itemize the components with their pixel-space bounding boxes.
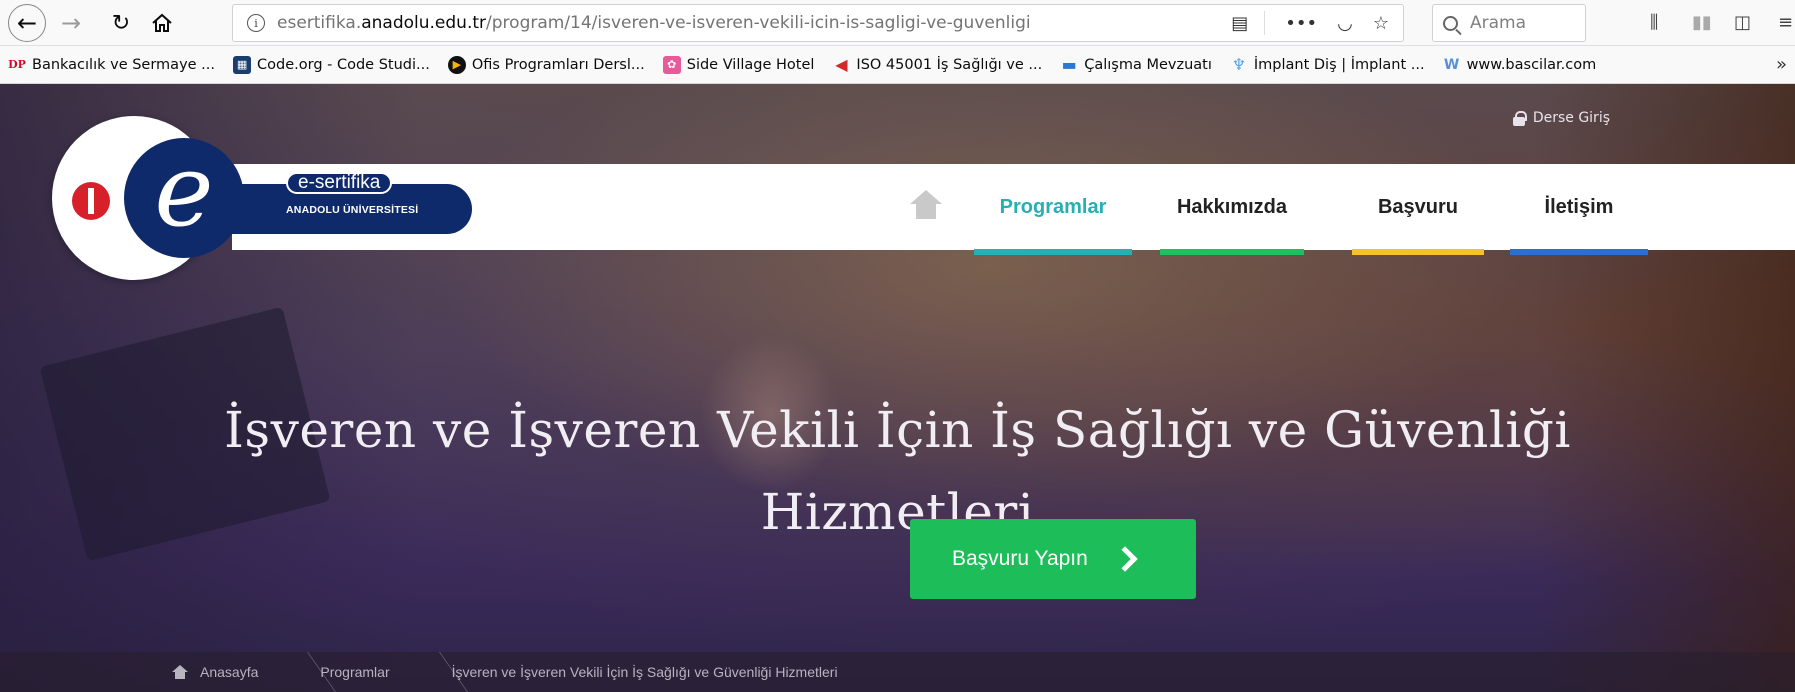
breadcrumb: Anasayfa Programlar İşveren ve İşveren V… [0,652,1795,692]
sidebar-icon[interactable]: ◫ [1734,12,1751,33]
bookmarks-toolbar: DP Bankacılık ve Sermaye ... ▦ Code.org - … [0,46,1795,84]
bookmark-item[interactable]: ✿ Side Village Hotel [662,55,814,74]
bascilar-icon: W [1443,56,1460,73]
page-actions-icon[interactable]: ••• [1285,13,1317,34]
url-divider [1264,11,1266,35]
flower-icon: ✿ [662,55,681,74]
logo-title: e-sertifika [286,172,393,194]
ship-icon: ▬ [1061,55,1077,74]
login-link[interactable]: Derse Giriş [1512,110,1610,126]
iso-logo-icon: ◀ [835,55,848,74]
arrow-left-icon: ← [16,9,38,37]
bookmark-star-icon[interactable]: ☆ [1373,13,1389,34]
reading-list-icon[interactable]: ▮▮ [1692,12,1712,33]
nav-iletisim[interactable]: İletişim [1510,164,1648,255]
play-icon: ▶ [447,55,466,74]
apply-button[interactable]: Başvuru Yapın [910,519,1196,599]
search-bar[interactable]: Arama [1432,4,1586,42]
anadolu-logo-icon [72,182,110,220]
bookmark-item[interactable]: ▬ Çalışma Mevzuatı [1060,55,1212,74]
forward-button[interactable]: → [56,7,86,39]
home-icon [152,13,172,32]
reload-icon: ↻ [111,10,131,36]
bookmark-item[interactable]: Wwww.bascilar.com [1443,56,1596,74]
e-letter-icon: e [154,132,214,249]
reader-view-icon[interactable]: ▤ [1231,13,1248,34]
tooth-icon: ♆ [1231,55,1247,74]
bookmarks-overflow-icon[interactable]: » [1776,54,1787,75]
page-title: İşveren ve İşveren Vekili İçin İş Sağlığ… [224,401,1571,541]
bookmark-item[interactable]: ▦ Code.org - Code Studi... [233,55,430,74]
library-icon[interactable]: ⫼ [1650,12,1658,33]
nav-underline [974,249,1132,255]
nav-basvuru[interactable]: Başvuru [1352,164,1484,255]
nav-underline [1352,249,1484,255]
arrow-right-icon: → [60,9,82,37]
nav-hakkimizda[interactable]: Hakkımızda [1160,164,1304,255]
back-button[interactable]: ← [8,4,46,42]
code-org-icon: ▦ [233,55,252,74]
reload-button[interactable]: ↻ [106,7,136,39]
bookmark-item[interactable]: ▶ Ofis Programları Dersl... [447,55,645,74]
breadcrumb-programs[interactable]: Programlar [320,664,389,680]
bookmark-item[interactable]: ♆ İmplant Diş | İmplant ... [1230,55,1425,74]
logo-badge: e-sertifika ANADOLU ÜNİVERSİTESİ [226,172,472,234]
nav-programlar[interactable]: Programlar [974,164,1132,255]
lock-icon [1512,110,1527,126]
chevron-right-icon [1112,546,1138,572]
url-text[interactable]: esertifika.anadolu.edu.tr/program/14/isv… [277,13,1031,33]
menu-icon[interactable]: ≡ [1778,12,1793,33]
home-icon[interactable] [908,186,944,222]
pocket-icon[interactable]: ◡ [1337,13,1353,34]
logo-e-circle: e [124,138,244,258]
bookmark-item[interactable]: DP Bankacılık ve Sermaye ... [8,56,215,74]
home-icon[interactable] [172,665,188,679]
breadcrumb-current: İşveren ve İşveren Vekili İçin İş Sağlığ… [451,664,838,680]
home-button[interactable] [146,7,178,39]
breadcrumb-home[interactable]: Anasayfa [200,664,258,680]
bookmark-item[interactable]: ◀ ISO 45001 İş Sağlığı ve ... [832,55,1042,74]
info-icon[interactable]: i [247,14,265,32]
nav-underline [1510,249,1648,255]
search-placeholder: Arama [1470,13,1527,33]
dp-logo-icon: DP [8,58,26,71]
nav-underline [1160,249,1304,255]
search-icon [1443,15,1458,31]
hero-section: Derse Giriş Programlar Hakkımızda Başvur… [0,84,1795,692]
browser-toolbar: ← → ↻ i esertifika.anadolu.edu.tr/progra… [0,0,1795,46]
logo-subtitle: ANADOLU ÜNİVERSİTESİ [286,204,419,216]
url-bar[interactable]: i esertifika.anadolu.edu.tr/program/14/i… [232,4,1404,42]
